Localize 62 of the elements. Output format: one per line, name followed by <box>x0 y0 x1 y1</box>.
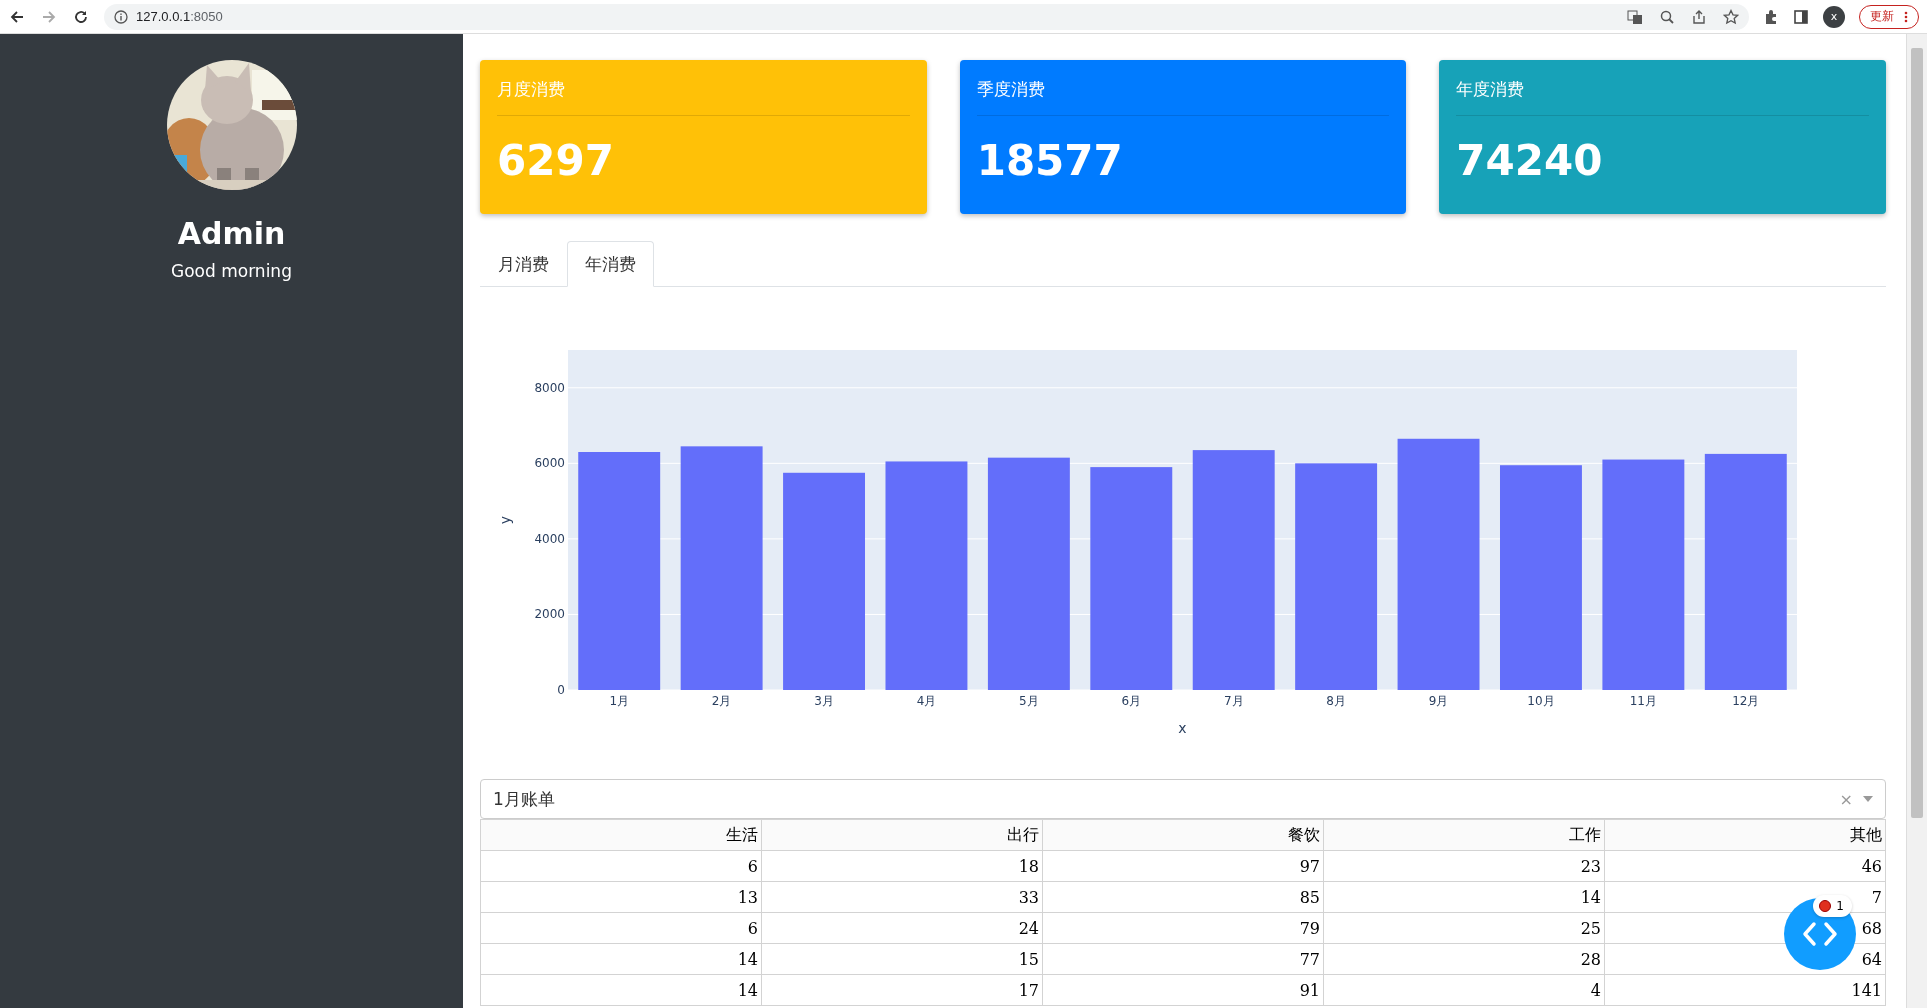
table-cell: 14 <box>480 943 762 975</box>
column-header: 其他 <box>1604 819 1886 851</box>
card-value: 74240 <box>1456 135 1604 185</box>
y-axis-title: y <box>497 515 513 525</box>
error-count: 1 <box>1836 899 1844 913</box>
table-cell: 24 <box>761 912 1043 944</box>
error-count-badge[interactable]: 1 <box>1813 895 1852 917</box>
table-cell: 14 <box>1323 881 1605 913</box>
card-title: 季度消费 <box>976 60 1390 116</box>
table-cell: 97 <box>1042 850 1324 882</box>
table-cell: 15 <box>761 943 1043 975</box>
column-header: 餐饮 <box>1042 819 1324 851</box>
card-value: 6297 <box>497 135 615 185</box>
x-tick-label: 8月 <box>1326 694 1346 708</box>
table-cell: 28 <box>1323 943 1605 975</box>
x-tick-label: 6月 <box>1121 694 1142 708</box>
y-tick-label: 0 <box>557 683 565 697</box>
x-axis-title: x <box>1178 720 1187 736</box>
table-cell: 33 <box>761 881 1043 913</box>
y-tick-label: 2000 <box>534 607 565 622</box>
card-title: 年度消费 <box>1456 60 1869 116</box>
table-cell: 23 <box>1323 850 1605 882</box>
x-tick-label: 10月 <box>1527 694 1555 708</box>
card-value: 18577 <box>976 135 1124 185</box>
table-cell: 18 <box>761 850 1043 882</box>
table-cell: 6 <box>480 850 762 882</box>
x-tick-label: 7月 <box>1223 694 1244 708</box>
table-cell: 14 <box>480 974 762 1006</box>
update-button[interactable]: 更新 <box>1859 4 1919 29</box>
y-tick-label: 4000 <box>534 531 565 546</box>
tab[interactable]: 年消费 <box>567 241 654 287</box>
x-tick-label: 1月 <box>609 694 630 708</box>
column-header: 出行 <box>761 819 1043 851</box>
greeting-text: Good morning <box>171 261 292 281</box>
table-cell: 77 <box>1042 943 1324 975</box>
table-cell: 25 <box>1323 912 1605 944</box>
x-tick-label: 4月 <box>916 694 937 708</box>
user-name: Admin <box>177 216 286 251</box>
address-bar[interactable]: 127.0.0.1:8050 <box>104 3 1749 30</box>
x-tick-label: 9月 <box>1428 694 1449 708</box>
y-tick-label: 8000 <box>534 380 565 395</box>
x-tick-label: 5月 <box>1019 694 1039 708</box>
table-cell: 17 <box>761 974 1043 1006</box>
x-tick-label: 11月 <box>1629 694 1657 708</box>
table-cell: 6 <box>480 912 762 944</box>
table-cell: 13 <box>480 881 762 913</box>
y-tick-label: 6000 <box>534 456 565 471</box>
month-dropdown[interactable]: 1月账单 × <box>480 779 1886 819</box>
table-cell: 91 <box>1042 974 1324 1006</box>
table-cell: 141 <box>1604 974 1886 1006</box>
profile-avatar[interactable]: x <box>1823 5 1845 28</box>
column-header: 生活 <box>480 819 762 851</box>
table-cell: 85 <box>1042 881 1324 913</box>
x-tick-label: 2月 <box>711 694 732 708</box>
column-header: 工作 <box>1323 819 1605 851</box>
table-cell: 4 <box>1323 974 1605 1006</box>
card-title: 月度消费 <box>497 60 910 116</box>
table-cell: 46 <box>1604 850 1886 882</box>
x-tick-label: 12月 <box>1732 694 1760 708</box>
x-tick-label: 3月 <box>814 694 834 708</box>
table-cell: 79 <box>1042 912 1324 944</box>
tab[interactable]: 月消费 <box>480 241 567 287</box>
